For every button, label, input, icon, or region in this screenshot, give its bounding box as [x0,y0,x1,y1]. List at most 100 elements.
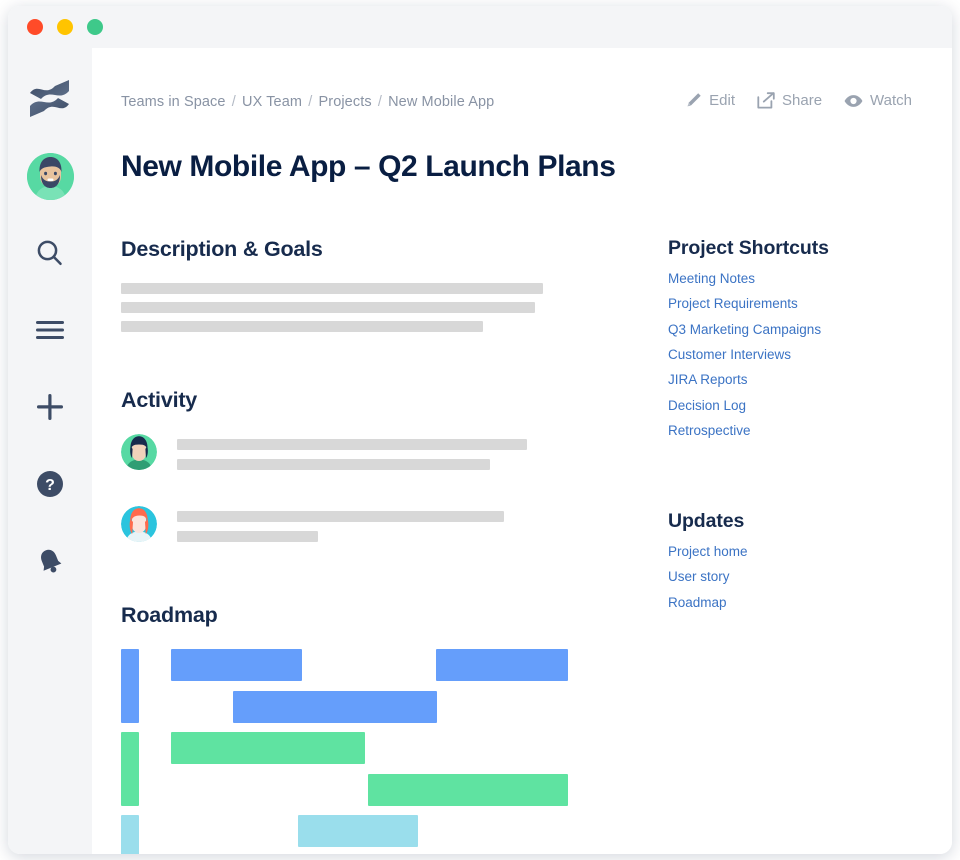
confluence-logo-icon [28,77,72,119]
avatar [121,505,157,542]
pencil-icon [685,92,702,109]
window-titlebar [8,6,952,48]
shortcut-link-decision-log[interactable]: Decision Log [668,398,928,415]
help-circle-icon: ? [37,471,63,497]
placeholder-line [177,530,318,542]
watch-button-label: Watch [870,92,912,109]
update-link-roadmap[interactable]: Roadmap [668,595,928,612]
breadcrumb: Teams in Space / UX Team / Projects / Ne… [121,92,494,111]
updates-block: Updates Project home User story Roadmap [668,510,928,612]
breadcrumb-item-0[interactable]: Teams in Space [121,94,226,110]
shortcut-link-jira-reports[interactable]: JIRA Reports [668,372,928,389]
content-topbar: Teams in Space / UX Team / Projects / Ne… [92,48,952,111]
rail-item-menu[interactable] [24,304,76,356]
shortcut-link-customer-interviews[interactable]: Customer Interviews [668,347,928,364]
avatar [121,433,157,470]
breadcrumb-item-2[interactable]: Projects [319,94,372,110]
roadmap-group [121,731,603,806]
share-button[interactable]: Share [757,92,822,109]
left-nav-rail: ? [8,48,92,854]
roadmap-bar[interactable] [171,648,302,681]
watch-button[interactable]: Watch [844,92,912,109]
description-section: Description & Goals [121,237,603,332]
description-heading: Description & Goals [121,236,323,261]
breadcrumb-separator: / [308,94,313,110]
shortcut-link-retrospective[interactable]: Retrospective [668,423,928,440]
placeholder-line [177,458,490,470]
roadmap-gantt-chart [121,648,603,854]
update-link-project-home[interactable]: Project home [668,544,928,561]
hamburger-menu-icon [35,319,65,341]
roadmap-bar[interactable] [171,731,365,764]
page-title: New Mobile App – Q2 Launch Plans [121,150,616,184]
eye-icon [844,94,863,108]
roadmap-row [146,773,603,806]
rail-item-notifications[interactable] [24,535,76,587]
roadmap-group-spine [121,731,139,806]
page-actions: Edit Share Watch [685,92,912,109]
shortcut-link-q3-marketing-campaigns[interactable]: Q3 Marketing Campaigns [668,322,928,339]
roadmap-group-spine [121,814,139,854]
roadmap-bar[interactable] [436,648,568,681]
edit-button-label: Edit [709,92,736,109]
roadmap-row [146,690,603,723]
breadcrumb-item-3[interactable]: New Mobile App [388,94,494,110]
activity-section: Activity [121,388,603,551]
secondary-column: Project Shortcuts Meeting Notes Project … [668,237,928,854]
share-icon [757,92,775,109]
activity-item [121,433,603,479]
activity-item [121,505,603,551]
rail-item-search[interactable] [24,227,76,279]
window-body: ? Teams in Space / UX Team / Projects / … [8,48,952,854]
window-maximize-button[interactable] [87,19,103,35]
roadmap-group-rows [146,814,603,854]
rail-item-help[interactable]: ? [24,458,76,510]
roadmap-bar[interactable] [368,773,568,806]
placeholder-line [177,510,504,522]
content-columns: Description & Goals Activity Roadmap Pro… [92,237,952,854]
roadmap-row [146,648,603,681]
update-link-user-story[interactable]: User story [668,569,928,586]
shortcut-link-project-requirements[interactable]: Project Requirements [668,296,928,313]
activity-placeholder-text [177,506,504,551]
placeholder-line [121,282,543,294]
share-button-label: Share [782,92,823,109]
bell-icon [36,547,64,575]
breadcrumb-item-1[interactable]: UX Team [242,94,302,110]
roadmap-heading: Roadmap [121,602,218,627]
plus-icon [36,393,64,421]
roadmap-group-spine [121,648,139,723]
breadcrumb-separator: / [377,94,382,110]
activity-placeholder-text [177,434,527,479]
project-shortcuts-heading: Project Shortcuts [668,236,829,259]
roadmap-row [146,731,603,764]
placeholder-line [121,320,483,332]
svg-text:?: ? [45,477,55,494]
project-shortcuts-block: Project Shortcuts Meeting Notes Project … [668,237,928,440]
edit-button[interactable]: Edit [685,92,735,109]
rail-item-create[interactable] [24,381,76,433]
window-close-button[interactable] [27,19,43,35]
search-icon [35,238,65,268]
placeholder-line [121,301,535,313]
shortcut-link-meeting-notes[interactable]: Meeting Notes [668,271,928,288]
app-window: ? Teams in Space / UX Team / Projects / … [8,6,952,854]
activity-heading: Activity [121,387,198,412]
main-content: Teams in Space / UX Team / Projects / Ne… [92,48,952,854]
rail-item-profile[interactable] [24,150,76,202]
roadmap-group [121,814,603,854]
placeholder-line [177,438,527,450]
description-placeholder-text [121,282,603,332]
roadmap-bar[interactable] [298,814,418,847]
window-minimize-button[interactable] [57,19,73,35]
rail-item-confluence-logo[interactable] [24,72,76,124]
roadmap-group-rows [146,731,603,806]
updates-heading: Updates [668,510,745,533]
roadmap-section: Roadmap [121,603,603,854]
breadcrumb-separator: / [231,94,236,110]
roadmap-row [146,814,603,847]
roadmap-bar[interactable] [233,690,437,723]
primary-column: Description & Goals Activity Roadmap [121,237,603,854]
user-avatar-icon [26,152,74,200]
roadmap-group-rows [146,648,603,723]
